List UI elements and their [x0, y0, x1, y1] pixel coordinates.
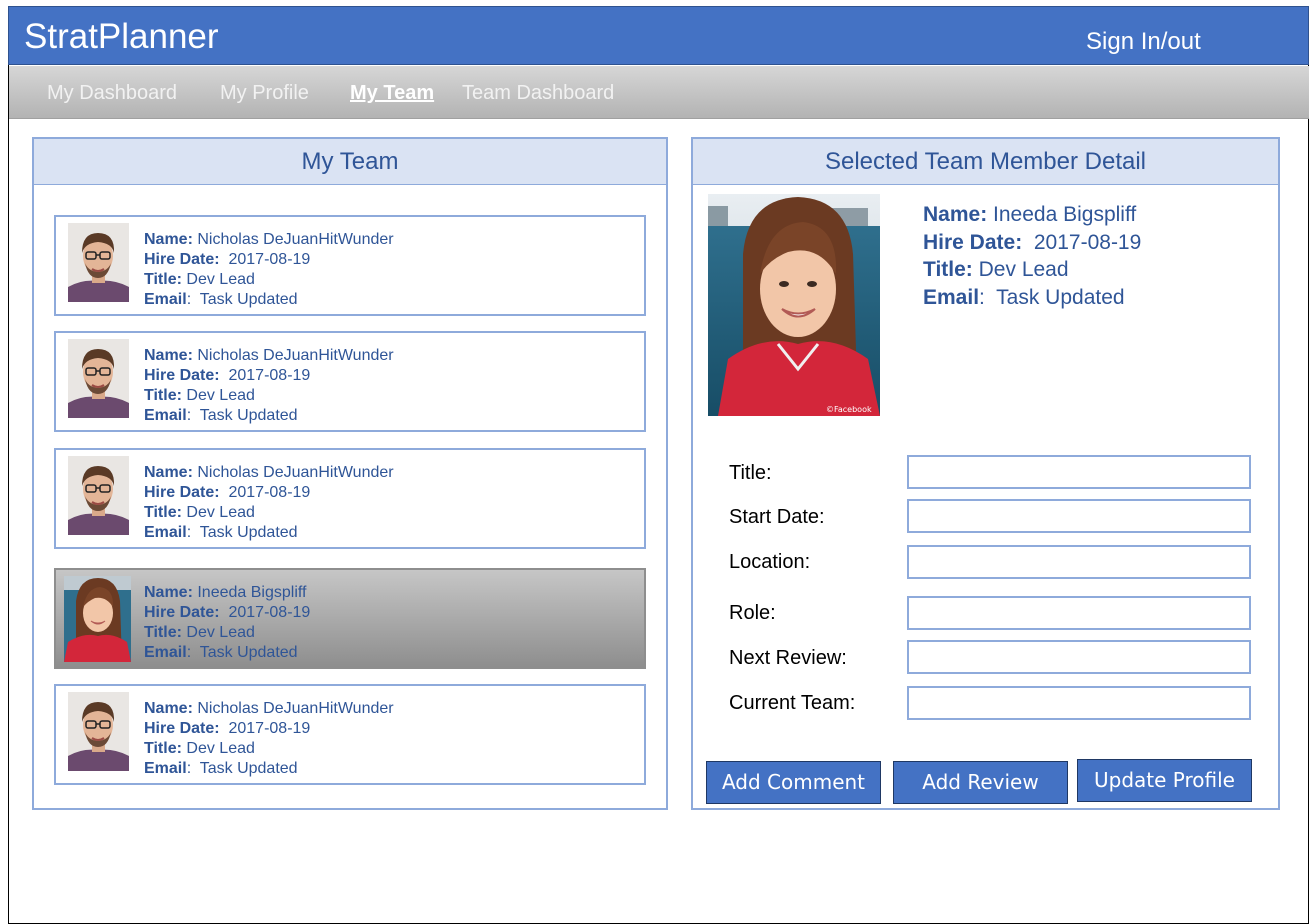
avatar	[68, 456, 129, 535]
email-label: Email	[144, 407, 187, 424]
my-team-panel: My Team Name: Nicholas DeJuanHitWunder Hi…	[32, 137, 668, 810]
team-member-card[interactable]: Name: Nicholas DeJuanHitWunder Hire Date:…	[54, 448, 646, 549]
app-title: StratPlanner	[24, 17, 219, 56]
current-team-input[interactable]	[907, 686, 1251, 720]
sign-in-out-link[interactable]: Sign In/out	[1086, 28, 1201, 56]
team-member-card[interactable]: Name: Nicholas DeJuanHitWunder Hire Date:…	[54, 215, 646, 316]
email-label: Email	[144, 291, 187, 308]
role-input[interactable]	[907, 596, 1251, 630]
name-label: Name:	[144, 464, 193, 481]
email-label: Email	[144, 524, 187, 541]
avatar	[64, 576, 131, 662]
current-team-field-label: Current Team:	[729, 692, 856, 714]
member-name: Nicholas DeJuanHitWunder	[197, 231, 394, 248]
name-label: Name:	[144, 700, 193, 717]
title-label: Title:	[144, 271, 182, 288]
avatar	[68, 339, 129, 418]
nav-bar: My Dashboard My Profile My Team Team Das…	[9, 66, 1309, 119]
avatar	[68, 692, 129, 771]
email-label: Email	[144, 644, 187, 661]
avatar	[68, 223, 129, 302]
hire-date-label: Hire Date:	[144, 251, 220, 268]
name-label: Name:	[144, 584, 193, 601]
team-member-info: Name: Nicholas DeJuanHitWunder Hire Date:…	[144, 231, 394, 308]
member-name: Nicholas DeJuanHitWunder	[197, 464, 394, 481]
team-member-info: Name: Nicholas DeJuanHitWunder Hire Date:…	[144, 700, 394, 777]
nav-item-team-dashboard[interactable]: Team Dashboard	[462, 82, 614, 105]
member-title: Dev Lead	[186, 624, 255, 641]
team-member-card[interactable]: Name: Nicholas DeJuanHitWunder Hire Date:…	[54, 684, 646, 785]
detail-name-label: Name:	[923, 203, 988, 226]
member-email: Task Updated	[199, 407, 298, 424]
member-title: Dev Lead	[186, 387, 255, 404]
detail-title-value: Dev Lead	[978, 258, 1069, 281]
update-profile-button[interactable]: Update Profile	[1077, 759, 1252, 802]
hire-date-label: Hire Date:	[144, 720, 220, 737]
member-email: Task Updated	[199, 524, 298, 541]
member-hire-date: 2017-08-19	[228, 604, 311, 621]
detail-email-value: Task Updated	[996, 285, 1125, 309]
start-date-input[interactable]	[907, 499, 1251, 533]
hire-date-label: Hire Date:	[144, 604, 220, 621]
nav-item-my-team[interactable]: My Team	[350, 82, 434, 105]
member-email: Task Updated	[199, 760, 298, 777]
top-bar: StratPlanner Sign In/out	[8, 6, 1309, 65]
member-hire-date: 2017-08-19	[228, 484, 311, 501]
title-label: Title:	[144, 740, 182, 757]
team-member-card[interactable]: Name: Nicholas DeJuanHitWunder Hire Date:…	[54, 331, 646, 432]
role-field-label: Role:	[729, 602, 776, 624]
email-label: Email	[144, 760, 187, 777]
title-label: Title:	[144, 387, 182, 404]
team-member-info: Name: Ineeda Bigspliff Hire Date: 2017-08…	[144, 584, 311, 661]
team-member-info: Name: Nicholas DeJuanHitWunder Hire Date:…	[144, 464, 394, 541]
title-input[interactable]	[907, 455, 1251, 489]
member-title: Dev Lead	[186, 504, 255, 521]
name-label: Name:	[144, 231, 193, 248]
nav-item-my-dashboard[interactable]: My Dashboard	[47, 82, 177, 105]
detail-name-value: Ineeda Bigspliff	[993, 203, 1137, 226]
member-email: Task Updated	[199, 644, 298, 661]
member-title: Dev Lead	[186, 740, 255, 757]
team-member-card[interactable]: Name: Ineeda Bigspliff Hire Date: 2017-08…	[54, 568, 646, 669]
title-field-label: Title:	[729, 462, 772, 484]
next-review-input[interactable]	[907, 640, 1251, 674]
detail-title-label: Title:	[923, 258, 973, 281]
hire-date-label: Hire Date:	[144, 484, 220, 501]
title-label: Title:	[144, 504, 182, 521]
location-field-label: Location:	[729, 551, 811, 573]
start-date-field-label: Start Date:	[729, 506, 825, 528]
member-name: Ineeda Bigspliff	[197, 584, 307, 601]
member-name: Nicholas DeJuanHitWunder	[197, 347, 394, 364]
member-detail-info: Name: Ineeda Bigspliff Hire Date: 2017-0…	[923, 203, 1142, 309]
member-detail-panel: Selected Team Member Detail ©Facebook Na…	[691, 137, 1280, 810]
member-detail-panel-title: Selected Team Member Detail	[693, 139, 1278, 185]
detail-email-label: Email	[923, 285, 980, 309]
member-hire-date: 2017-08-19	[228, 251, 311, 268]
member-name: Nicholas DeJuanHitWunder	[197, 700, 394, 717]
location-input[interactable]	[907, 545, 1251, 579]
add-review-button[interactable]: Add Review	[893, 761, 1068, 804]
my-team-panel-title: My Team	[34, 139, 666, 185]
member-title: Dev Lead	[186, 271, 255, 288]
member-hire-date: 2017-08-19	[228, 367, 311, 384]
title-label: Title:	[144, 624, 182, 641]
team-member-info: Name: Nicholas DeJuanHitWunder Hire Date:…	[144, 347, 394, 424]
member-photo: ©Facebook	[708, 194, 880, 416]
detail-hire-date-value: 2017-08-19	[1033, 230, 1142, 254]
member-hire-date: 2017-08-19	[228, 720, 311, 737]
nav-item-my-profile[interactable]: My Profile	[220, 82, 309, 105]
hire-date-label: Hire Date:	[144, 367, 220, 384]
photo-watermark: ©Facebook	[826, 405, 872, 414]
next-review-field-label: Next Review:	[729, 647, 847, 669]
name-label: Name:	[144, 347, 193, 364]
member-email: Task Updated	[199, 291, 298, 308]
add-comment-button[interactable]: Add Comment	[706, 761, 881, 804]
detail-hire-date-label: Hire Date:	[923, 230, 1023, 254]
